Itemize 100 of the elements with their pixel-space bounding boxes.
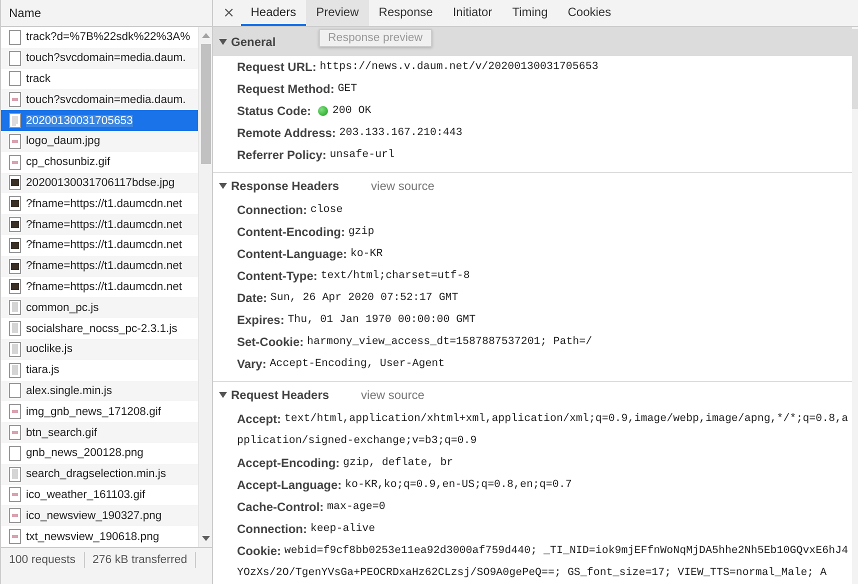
- request-name: ?fname=https://t1.daumcdn.net: [26, 198, 182, 210]
- column-header[interactable]: Name: [9, 6, 42, 20]
- image-file-icon: [9, 92, 21, 108]
- image-file-icon: [9, 404, 21, 420]
- section-header[interactable]: Response Headers view source: [213, 173, 852, 199]
- header-line: Connection: close: [236, 202, 344, 219]
- section-header[interactable]: Request Headers view source: [213, 382, 852, 408]
- header-line: Date: Sun, 26 Apr 2020 07:52:17 GMT: [236, 290, 460, 307]
- header-line: Request Method: GET: [236, 81, 358, 98]
- tab[interactable]: Preview: [306, 0, 369, 26]
- request-name: logo_daum.jpg: [26, 135, 100, 148]
- image-file-icon: [9, 154, 21, 170]
- request-row[interactable]: tiara.js: [1, 360, 198, 381]
- request-row[interactable]: ?fname=https://t1.daumcdn.net: [1, 214, 198, 235]
- scrollbar[interactable]: [852, 27, 858, 584]
- file-icon: [9, 71, 21, 86]
- request-row[interactable]: logo_daum.jpg: [1, 130, 198, 152]
- request-row[interactable]: img_gnb_news_171208.gif: [1, 401, 198, 422]
- request-row[interactable]: uoclike.js: [1, 338, 198, 360]
- request-row[interactable]: ico_newsview_190327.png: [1, 505, 198, 526]
- tab[interactable]: Cookies: [558, 0, 622, 26]
- disclosure-triangle-icon[interactable]: [219, 392, 227, 398]
- section-title: Request Headers: [231, 388, 330, 402]
- script-file-icon: [9, 362, 21, 378]
- photo-thumbnail-icon: [9, 238, 21, 253]
- request-name: img_gnb_news_171208.gif: [26, 406, 162, 418]
- script-file-icon: [9, 321, 21, 336]
- photo-thumbnail-icon: [9, 217, 21, 232]
- request-name: search_dragselection.min.js: [26, 468, 166, 480]
- request-name: 20200130031706117bdse.jpg: [26, 176, 175, 189]
- view-source-link[interactable]: view source: [361, 388, 424, 402]
- file-icon: [9, 446, 21, 461]
- request-name: ?fname=https://t1.daumcdn.net: [26, 239, 182, 252]
- request-name: tiara.js: [26, 364, 60, 376]
- tooltip: Response preview: [319, 29, 432, 47]
- image-file-icon: [9, 134, 21, 149]
- script-file-icon: [9, 300, 21, 316]
- header-line: Request URL: https://news.v.daum.net/v/20200130031705653: [236, 59, 600, 76]
- request-name: alex.single.min.js: [26, 384, 112, 397]
- request-count: 100 requests: [1, 552, 84, 568]
- image-file-icon: [9, 508, 21, 524]
- request-name: ?fname=https://t1.daumcdn.net: [26, 218, 182, 231]
- tab[interactable]: Initiator: [442, 0, 502, 26]
- request-row[interactable]: btn_search.gif: [1, 422, 198, 443]
- header-line: Expires: Thu, 01 Jan 1970 00:00:00 GMT: [236, 312, 477, 329]
- request-row[interactable]: ?fname=https://t1.daumcdn.net: [1, 256, 198, 277]
- request-row[interactable]: ?fname=https://t1.daumcdn.net: [1, 234, 198, 256]
- request-name: ?fname=https://t1.daumcdn.net: [26, 260, 182, 272]
- disclosure-triangle-icon[interactable]: [219, 183, 227, 189]
- header-line: Content-Language: ko-KR: [236, 246, 384, 263]
- request-name: txt_newsview_190618.png: [26, 530, 160, 543]
- request-name: touch?svcdomain=media.daum.: [26, 94, 186, 106]
- tab[interactable]: Response: [368, 0, 443, 26]
- header-line: Cookie: webid=f9cf8bb0253e11ea92d3000af759d440; _TI_NID=iok9mjEFfnWoNqMjDA5hhe2Nh5Eb10GQvxE6hJ4YOzXs/2O/TgenYVsGa+PEOCRDxaHz62CLzsj/SO9A0gePeQ==; GS_font_size=17; VIEW_TTS=normal_Male; A: [236, 543, 850, 581]
- request-row[interactable]: txt_newsview_190618.png: [1, 526, 198, 547]
- photo-thumbnail-icon: [9, 196, 21, 212]
- request-row[interactable]: track?d=%7B%22sdk%22%3A%: [1, 27, 198, 48]
- request-row[interactable]: track: [1, 68, 198, 90]
- request-name: ico_newsview_190327.png: [26, 510, 162, 522]
- image-file-icon: [9, 487, 21, 502]
- file-icon: [9, 50, 21, 66]
- section-title: Response Headers: [231, 179, 340, 193]
- request-name: cp_chosunbiz.gif: [26, 156, 110, 168]
- request-name: 20200130031705653: [26, 114, 133, 127]
- header-line: Remote Address: 203.133.167.210:443: [236, 125, 464, 142]
- tab[interactable]: Timing: [502, 0, 558, 26]
- file-icon: [9, 383, 21, 398]
- request-row[interactable]: ?fname=https://t1.daumcdn.net: [1, 276, 198, 298]
- request-row[interactable]: touch?svcdomain=media.daum.: [1, 48, 198, 69]
- request-name: track: [26, 72, 50, 85]
- request-row[interactable]: 20200130031706117bdse.jpg: [1, 172, 198, 194]
- request-row[interactable]: common_pc.js: [1, 297, 198, 318]
- disclosure-triangle-icon[interactable]: [219, 38, 227, 44]
- request-row[interactable]: gnb_news_200128.png: [1, 442, 198, 464]
- request-row[interactable]: search_dragselection.min.js: [1, 464, 198, 485]
- request-row[interactable]: ?fname=https://t1.daumcdn.net: [1, 193, 198, 214]
- status-ok-icon: [318, 106, 328, 116]
- request-row[interactable]: touch?svcdomain=media.daum.: [1, 89, 198, 110]
- view-source-link[interactable]: view source: [371, 179, 434, 193]
- header-line: Vary: Accept-Encoding, User-Agent: [236, 356, 446, 373]
- header-line: Referrer Policy: unsafe-url: [236, 147, 396, 164]
- scrollbar[interactable]: [198, 27, 212, 547]
- request-name: uoclike.js: [26, 343, 72, 356]
- request-row[interactable]: 20200130031705653: [1, 110, 198, 131]
- header-line: Cache-Control: max-age=0: [236, 499, 386, 516]
- request-row[interactable]: cp_chosunbiz.gif: [1, 152, 198, 173]
- request-name: ?fname=https://t1.daumcdn.net: [26, 280, 182, 293]
- photo-thumbnail-icon: [9, 175, 21, 190]
- transferred-size: 276 kB transferred: [84, 552, 196, 568]
- header-line: Content-Type: text/html;charset=utf-8: [236, 268, 471, 285]
- request-name: ico_weather_161103.gif: [26, 488, 146, 501]
- image-file-icon: [9, 529, 21, 544]
- request-row[interactable]: alex.single.min.js: [1, 380, 198, 402]
- request-row[interactable]: socialshare_nocss_pc-2.3.1.js: [1, 318, 198, 339]
- close-button[interactable]: ×: [217, 0, 241, 26]
- file-icon: [9, 30, 21, 45]
- photo-thumbnail-icon: [9, 258, 21, 274]
- script-file-icon: [9, 342, 21, 357]
- request-row[interactable]: ico_weather_161103.gif: [1, 484, 198, 506]
- request-name: btn_search.gif: [26, 426, 97, 439]
